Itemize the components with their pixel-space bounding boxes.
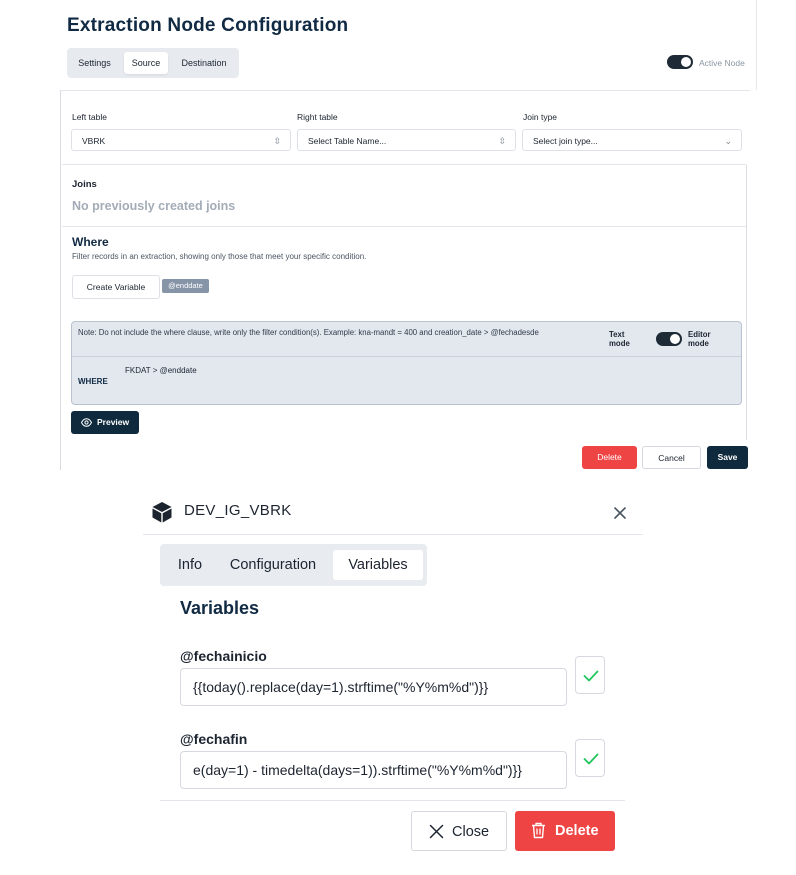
panel-border [756,0,757,90]
save-button[interactable]: Save [707,446,748,469]
editor-mode-label: Editor mode [688,330,711,348]
left-table-select[interactable]: VBRK ⇳ [71,129,291,151]
right-table-label: Right table [297,112,338,122]
where-keyword: WHERE [78,377,108,386]
divider [72,356,741,357]
variable-chip[interactable]: @enddate [162,279,209,293]
x-icon [429,824,444,839]
editor-mode-toggle[interactable] [656,332,682,346]
confirm-variable-button[interactable] [575,656,605,694]
eye-icon [81,418,92,427]
variable-value-input[interactable]: {{today().replace(day=1).strftime("%Y%m%… [180,668,567,706]
delete-label: Delete [555,823,599,839]
create-variable-button[interactable]: Create Variable [72,275,160,299]
close-button[interactable]: Close [411,811,507,851]
left-table-value: VBRK [82,136,106,146]
modal-title: DEV_IG_VBRK [184,502,292,519]
variable-name: @fechafin [180,731,248,747]
close-icon[interactable] [612,505,628,521]
right-table-select[interactable]: Select Table Name... ⇳ [297,129,516,151]
divider [62,226,746,227]
left-table-label: Left table [72,112,107,122]
modal-tabs: Info Configuration Variables [160,544,427,586]
divider [143,534,643,535]
cancel-button[interactable]: Cancel [642,446,701,469]
scrollbar-track[interactable] [746,165,747,440]
tab-info[interactable]: Info [168,550,212,580]
where-heading: Where [72,235,109,249]
tab-source[interactable]: Source [124,52,168,74]
preview-button[interactable]: Preview [71,411,139,434]
delete-node-button[interactable]: Delete [582,446,637,469]
config-tabs: Settings Source Destination [67,48,239,78]
delete-variable-button[interactable]: Delete [515,811,615,851]
joins-heading: Joins [72,179,97,190]
where-note: Note: Do not include the where clause, w… [78,328,539,337]
joins-empty-message: No previously created joins [72,199,236,213]
where-condition-input[interactable]: FKDAT > @enddate [125,366,197,375]
variables-heading: Variables [180,598,260,618]
join-type-placeholder: Select join type... [533,136,598,146]
active-node-label: Active Node [699,58,745,68]
tab-variables[interactable]: Variables [333,550,423,580]
divider [160,800,625,801]
chevron-down-icon: ⌄ [724,136,732,146]
panel-left-border [60,90,61,470]
updown-chevron-icon: ⇳ [273,136,281,146]
check-icon [583,753,599,765]
join-type-select[interactable]: Select join type... ⌄ [522,129,742,151]
tab-destination[interactable]: Destination [173,52,235,74]
right-table-placeholder: Select Table Name... [308,136,387,146]
active-node-toggle[interactable] [667,55,693,69]
divider [62,164,746,165]
tab-configuration[interactable]: Configuration [220,550,326,580]
tab-settings[interactable]: Settings [71,52,118,74]
check-icon [583,670,599,682]
join-type-label: Join type [523,112,558,122]
variable-name: @fechainicio [180,648,267,664]
trash-icon [532,822,545,839]
preview-label: Preview [97,417,130,427]
where-description: Filter records in an extraction, showing… [72,252,367,261]
close-label: Close [452,824,490,840]
page-title: Extraction Node Configuration [67,15,349,36]
variable-value-input[interactable]: e(day=1) - timedelta(days=1)).strftime("… [180,751,567,789]
divider [60,90,750,91]
updown-chevron-icon: ⇳ [498,136,506,146]
confirm-variable-button[interactable] [575,739,605,777]
cube-icon [152,502,172,523]
text-mode-label: Text mode [609,330,630,348]
